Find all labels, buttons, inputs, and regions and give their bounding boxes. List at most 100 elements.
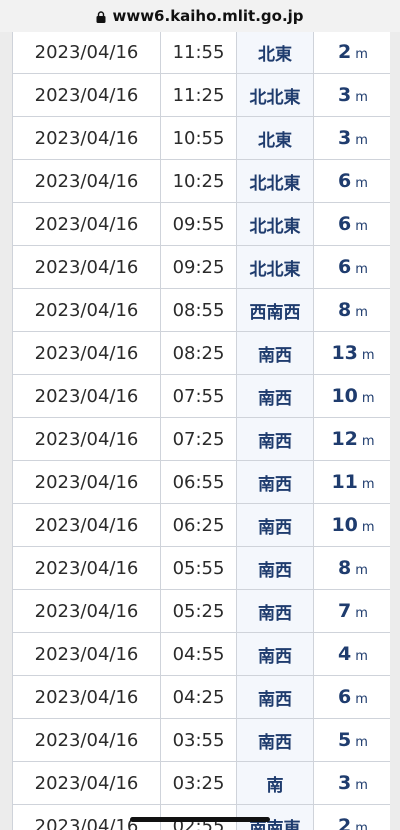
- height-value: 3: [338, 127, 352, 149]
- table-row: 2023/04/16 08:25 南西 13 m: [12, 331, 390, 375]
- height-value: 12: [331, 428, 358, 450]
- direction-cell: 南西: [236, 503, 314, 547]
- direction-cell: 南西: [236, 374, 314, 418]
- direction-cell: 北北東: [236, 73, 314, 117]
- height-cell: 2m: [313, 804, 390, 830]
- direction-cell: 北北東: [236, 245, 314, 289]
- time-cell: 05:55: [160, 546, 237, 590]
- time-cell: 04:25: [160, 675, 237, 719]
- height-value: 3: [338, 84, 352, 106]
- time-cell: 07:25: [160, 417, 237, 461]
- height-value: 2: [338, 815, 352, 830]
- date-cell: 2023/04/16: [12, 589, 161, 633]
- height-cell: 2m: [313, 32, 390, 74]
- height-cell: 6m: [313, 675, 390, 719]
- height-value: 6: [338, 256, 352, 278]
- lock-icon: [96, 11, 106, 23]
- direction-cell: 南西: [236, 417, 314, 461]
- time-cell: 06:25: [160, 503, 237, 547]
- date-cell: 2023/04/16: [12, 116, 161, 160]
- time-cell: 08:55: [160, 288, 237, 332]
- height-unit: m: [361, 391, 375, 406]
- home-indicator[interactable]: [130, 817, 270, 822]
- direction-cell: 南西: [236, 546, 314, 590]
- direction-cell: 北東: [236, 116, 314, 160]
- height-cell: 5m: [313, 718, 390, 762]
- height-unit: m: [355, 262, 368, 277]
- height-unit: m: [355, 176, 368, 191]
- direction-cell: 北北東: [236, 202, 314, 246]
- height-value: 6: [338, 170, 352, 192]
- height-unit: m: [355, 735, 368, 750]
- date-cell: 2023/04/16: [12, 245, 161, 289]
- direction-cell: 南西: [236, 718, 314, 762]
- height-cell: 13 m: [313, 331, 390, 375]
- time-cell: 03:55: [160, 718, 237, 762]
- observation-table: 2023/04/16 11:55 北東 2 m 2023/04/16 11:25 北北東 3 m 2…: [12, 32, 390, 830]
- date-cell: 2023/04/16: [12, 374, 161, 418]
- height-value: 3: [338, 772, 352, 794]
- direction-cell: 南西: [236, 675, 314, 719]
- table-row: 2023/04/16 06:25 南西 10 m: [12, 503, 390, 547]
- height-value: 4: [338, 643, 352, 665]
- height-value: 2: [338, 41, 352, 63]
- date-cell: 2023/04/16: [12, 288, 161, 332]
- height-cell: 8m: [313, 288, 390, 332]
- table-row: 2023/04/16 05:55 南西 8 m: [12, 546, 390, 590]
- date-cell: 2023/04/16: [12, 632, 161, 676]
- url-text: www6.kaiho.mlit.go.jp: [112, 7, 304, 25]
- height-unit: m: [355, 606, 368, 621]
- height-cell: 6m: [313, 245, 390, 289]
- date-cell: 2023/04/16: [12, 417, 161, 461]
- direction-cell: 南西: [236, 331, 314, 375]
- height-unit: m: [355, 305, 368, 320]
- table-row: 2023/04/16 11:55 北東 2 m: [12, 32, 390, 74]
- time-cell: 06:55: [160, 460, 237, 504]
- date-cell: 2023/04/16: [12, 675, 161, 719]
- direction-cell: 西南西: [236, 288, 314, 332]
- time-cell: 11:55: [160, 32, 237, 74]
- time-cell: 04:55: [160, 632, 237, 676]
- height-unit: m: [361, 477, 375, 492]
- direction-cell: 北東: [236, 32, 314, 74]
- table-row: 2023/04/16 04:25 南西 6 m: [12, 675, 390, 719]
- url-bar[interactable]: www6.kaiho.mlit.go.jp: [0, 0, 400, 32]
- height-unit: m: [355, 649, 368, 664]
- date-cell: 2023/04/16: [12, 460, 161, 504]
- time-cell: 07:55: [160, 374, 237, 418]
- height-cell: 6m: [313, 159, 390, 203]
- time-cell: 05:25: [160, 589, 237, 633]
- height-cell: 10 m: [313, 374, 390, 418]
- height-cell: 6m: [313, 202, 390, 246]
- height-value: 7: [338, 600, 352, 622]
- table-row: 2023/04/16 06:55 南西 11 m: [12, 460, 390, 504]
- height-value: 6: [338, 686, 352, 708]
- date-cell: 2023/04/16: [12, 202, 161, 246]
- direction-cell: 北北東: [236, 159, 314, 203]
- height-unit: m: [355, 778, 368, 793]
- table-body: 2023/04/16 11:55 北東 2 m 2023/04/16 11:25 北北東 3 m 2…: [12, 32, 390, 830]
- time-cell: 10:25: [160, 159, 237, 203]
- table-row: 2023/04/16 10:55 北東 3 m: [12, 116, 390, 160]
- height-cell: 4m: [313, 632, 390, 676]
- height-unit: m: [355, 821, 368, 830]
- table-row: 2023/04/16 03:25 南 3 m: [12, 761, 390, 805]
- date-cell: 2023/04/16: [12, 546, 161, 590]
- direction-cell: 南西: [236, 589, 314, 633]
- height-value: 11: [331, 471, 358, 493]
- height-value: 5: [338, 729, 352, 751]
- height-cell: 12 m: [313, 417, 390, 461]
- time-cell: 10:55: [160, 116, 237, 160]
- time-cell: 09:55: [160, 202, 237, 246]
- height-unit: m: [355, 563, 368, 578]
- table-row: 2023/04/16 11:25 北北東 3 m: [12, 73, 390, 117]
- height-unit: m: [355, 133, 368, 148]
- table-row: 2023/04/16 08:55 西南西 8 m: [12, 288, 390, 332]
- height-value: 8: [338, 557, 352, 579]
- date-cell: 2023/04/16: [12, 32, 161, 74]
- height-cell: 8m: [313, 546, 390, 590]
- direction-cell: 南西: [236, 632, 314, 676]
- time-cell: 09:25: [160, 245, 237, 289]
- height-unit: m: [355, 219, 368, 234]
- height-unit: m: [361, 434, 375, 449]
